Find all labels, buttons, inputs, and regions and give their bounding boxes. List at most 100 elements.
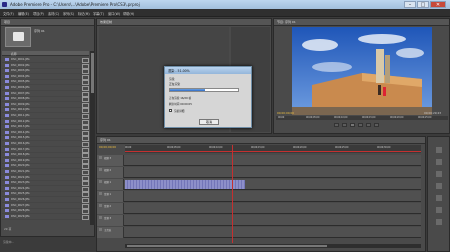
track-header[interactable]: 视频 1 <box>97 179 124 190</box>
play-button[interactable] <box>350 123 355 127</box>
track-header[interactable]: 视频 3 <box>97 155 124 166</box>
fast-forward-button[interactable] <box>358 123 363 127</box>
image-file-icon <box>5 80 9 84</box>
status-bar-text: 渲染中... <box>3 240 15 244</box>
loop-button[interactable] <box>374 123 379 127</box>
render-details-checkbox[interactable] <box>169 109 172 112</box>
track-header[interactable]: 音频 3 <box>97 215 124 226</box>
eye-icon[interactable] <box>99 156 102 159</box>
project-scrollbar[interactable] <box>90 51 95 225</box>
program-monitor-header: 节目: 序列 01 <box>274 19 449 26</box>
project-item-name: DSC_0023.JPG <box>11 181 30 185</box>
menu-title[interactable]: 字幕(T) <box>93 11 104 16</box>
close-button[interactable]: ✕ <box>430 1 446 8</box>
project-item-name: DSC_0022.JPG <box>11 175 30 179</box>
project-item-name: DSC_0002.JPG <box>11 63 30 67</box>
image-file-icon <box>5 142 9 145</box>
image-file-icon <box>5 147 9 151</box>
timeline-ruler-label: 00;00;30;00 <box>377 146 391 149</box>
playhead[interactable] <box>231 145 233 243</box>
project-item-name: DSC_0015.JPG <box>11 136 30 140</box>
timeline-ruler-label: 00;00;15;00 <box>251 146 265 149</box>
hscroll-thumb[interactable] <box>127 245 327 247</box>
slip-tool-icon[interactable] <box>436 207 442 213</box>
timeline-ruler-label: 00;00;10;00 <box>209 146 223 149</box>
image-file-icon <box>5 203 9 207</box>
track-header[interactable]: 视频 2 <box>97 167 124 178</box>
timeline-ruler[interactable]: 00;00 00;00;05;00 00;00;10;00 00;00;15;0… <box>125 145 421 153</box>
premiere-app-icon <box>2 2 7 7</box>
tab-effect-controls[interactable]: 效果控制 <box>100 20 112 24</box>
track-area: 视频 3 视频 2 视频 1 音频 1 音频 2 音频 3 主音轨 <box>97 155 421 243</box>
image-file-icon <box>5 74 9 78</box>
menu-window[interactable]: 窗口(W) <box>108 11 120 16</box>
project-item-name: DSC_0024.JPG <box>11 186 30 190</box>
eye-icon[interactable] <box>99 216 102 219</box>
image-file-icon <box>5 86 9 89</box>
menu-clip[interactable]: 素材(C) <box>48 11 59 16</box>
project-item-name: DSC_0005.JPG <box>11 80 30 84</box>
tab-sequence[interactable]: 序列 01 <box>100 138 111 142</box>
eye-icon[interactable] <box>99 192 102 195</box>
render-dialog: 渲染 - 51.00% 渲染 正在渲染 正在渲染 16/29 帧 剩余时间 00… <box>164 66 252 128</box>
hand-tool-icon[interactable] <box>436 171 442 177</box>
razor-tool-icon[interactable] <box>436 159 442 165</box>
minimize-icon: – <box>408 2 412 8</box>
track-header[interactable]: 音频 2 <box>97 203 124 214</box>
window-titlebar: Adobe Premiere Pro - C:\Users\...\Adobe\… <box>0 0 450 9</box>
timeline-timecode[interactable]: 00;00;00;00 <box>99 145 116 149</box>
menu-edit[interactable]: 编辑(E) <box>18 11 29 16</box>
program-current-timecode[interactable]: 00;00;00;00 <box>277 111 294 115</box>
eye-icon[interactable] <box>99 180 102 183</box>
project-item-name: DSC_0010.JPG <box>11 108 30 112</box>
program-ruler[interactable]: 00;00 00;00;05;00 00;00;10;00 00;00;15;0… <box>276 116 448 120</box>
image-file-icon <box>5 102 9 106</box>
track-name: 音频 2 <box>104 205 112 208</box>
selection-tool-icon[interactable] <box>436 147 442 153</box>
scrollbar-thumb[interactable] <box>91 53 94 93</box>
program-ruler-label: 00;00;15;00 <box>362 116 376 119</box>
minimize-button[interactable]: – <box>404 1 416 8</box>
menu-help[interactable]: 帮助(H) <box>123 11 134 16</box>
track-header[interactable]: 音频 1 <box>97 191 124 202</box>
cancel-button[interactable]: 取消 <box>199 119 219 125</box>
column-name-header: 名称 <box>11 52 17 56</box>
image-file-icon <box>5 170 9 173</box>
tab-project[interactable]: 项目 <box>4 20 10 24</box>
menu-file[interactable]: 文件(F) <box>3 11 14 16</box>
rewind-button[interactable] <box>342 123 347 127</box>
project-item-row[interactable]: DSC_0029.JPG <box>2 214 89 220</box>
image-file-icon <box>5 153 9 157</box>
timeline-ruler-label: 00;00 <box>125 146 132 149</box>
step-back-button[interactable] <box>334 123 339 127</box>
eye-icon[interactable] <box>99 168 102 171</box>
image-file-icon <box>5 58 9 61</box>
project-list-header[interactable]: 名称 <box>2 51 89 56</box>
project-panel-header: 项目 <box>1 19 94 26</box>
render-dialog-titlebar[interactable]: 渲染 - 51.00% <box>165 67 251 74</box>
ripple-tool-icon[interactable] <box>436 219 442 225</box>
step-forward-button[interactable] <box>366 123 371 127</box>
project-item-name: DSC_0012.JPG <box>11 119 30 123</box>
track-header[interactable]: 主音轨 <box>97 227 124 238</box>
eye-icon[interactable] <box>99 228 102 231</box>
pen-tool-icon[interactable] <box>436 195 442 201</box>
project-item-name: DSC_0008.JPG <box>11 97 30 101</box>
item-checkbox[interactable] <box>82 214 89 220</box>
image-file-icon <box>5 164 9 168</box>
track-name: 音频 3 <box>104 217 112 220</box>
image-file-icon <box>5 130 9 134</box>
work-area-bar[interactable] <box>125 151 421 152</box>
tab-program[interactable]: 节目: 序列 01 <box>277 20 296 24</box>
timeline-track: 主音轨 <box>97 227 421 238</box>
menu-sequence[interactable]: 序列(S) <box>63 11 74 16</box>
video-clip[interactable] <box>125 180 245 189</box>
timeline-ruler-label: 00;00;05;00 <box>167 146 181 149</box>
eye-icon[interactable] <box>99 204 102 207</box>
menu-marker[interactable]: 标记(M) <box>78 11 90 16</box>
zoom-tool-icon[interactable] <box>436 183 442 189</box>
image-file-icon <box>5 158 9 162</box>
maximize-button[interactable]: □ <box>417 1 429 8</box>
timeline-hscrollbar[interactable] <box>125 244 421 248</box>
menu-project[interactable]: 项目(P) <box>33 11 44 16</box>
